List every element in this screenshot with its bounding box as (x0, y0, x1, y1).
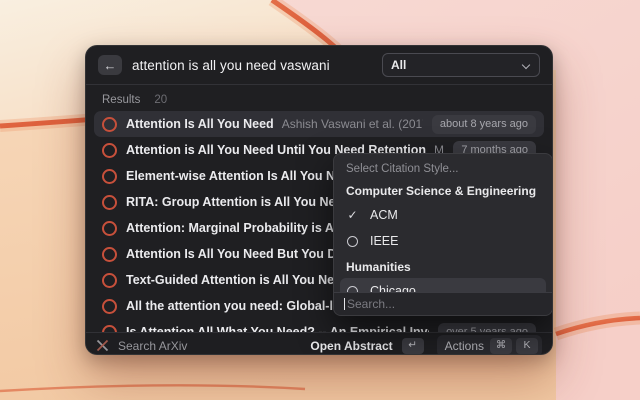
footer-app-label: Search ArXiv (118, 339, 187, 353)
results-label: Results (102, 94, 140, 106)
filter-dropdown[interactable]: All (382, 53, 540, 77)
filter-value: All (391, 58, 522, 72)
citation-style-label: IEEE (370, 234, 399, 248)
actions-label: Actions (445, 339, 484, 353)
search-query[interactable]: attention is all you need vaswani (132, 58, 330, 73)
result-text: Is Attention All What You Need? -- An Em… (126, 325, 429, 332)
ring-icon (102, 195, 117, 210)
back-arrow-icon: ← (104, 59, 117, 72)
check-icon: ✓ (346, 209, 359, 221)
result-text: Attention Is All You Need Ashish Vaswani … (126, 117, 423, 131)
back-button[interactable]: ← (98, 55, 122, 75)
result-title: Element-wise Attention Is All You Need (126, 169, 357, 183)
ring-icon (102, 299, 117, 314)
footer-bar: Search ArXiv Open Abstract ↵ Actions ⌘K (86, 332, 552, 355)
results-count: 20 (154, 94, 167, 106)
actions-button[interactable]: Actions ⌘K (437, 335, 542, 356)
text-caret (344, 298, 345, 310)
open-abstract-button[interactable]: Open Abstract (310, 339, 392, 353)
result-age-badge: over 5 years ago (438, 323, 536, 333)
citation-style-dropdown: Select Citation Style... Computer Scienc… (333, 153, 553, 316)
result-author: Ashish Vaswani et al. (2017) (282, 117, 423, 131)
citation-style-option[interactable]: ✓ ACM (340, 202, 546, 228)
results-header: Results 20 (86, 85, 552, 109)
citation-style-option[interactable]: IEEE (340, 228, 546, 254)
radio-circle-icon (347, 236, 358, 247)
citation-section-header: Humanities (346, 260, 540, 274)
return-key-badge: ↵ (402, 338, 424, 354)
result-title: Is Attention All What You Need? -- An Em… (126, 325, 429, 332)
citation-search-placeholder: Search... (347, 297, 395, 311)
citation-section-header: Computer Science & Engineering (346, 184, 540, 198)
result-row[interactable]: Is Attention All What You Need? -- An Em… (94, 319, 544, 332)
result-row[interactable]: Attention Is All You Need Ashish Vaswani … (94, 111, 544, 137)
actions-shortcut-keys: ⌘K (490, 338, 538, 354)
citation-dropdown-title: Select Citation Style... (346, 163, 540, 175)
citation-style-list: Select Citation Style... Computer Scienc… (334, 154, 552, 304)
citation-style-label: ACM (370, 208, 398, 222)
ring-icon (102, 169, 117, 184)
search-header: ← attention is all you need vaswani All (86, 46, 552, 84)
chevron-down-icon (522, 61, 531, 70)
key-badge: ⌘ (490, 338, 512, 354)
ring-icon (102, 325, 117, 333)
ring-icon (102, 221, 117, 236)
ring-icon (102, 117, 117, 132)
ring-icon (102, 143, 117, 158)
ring-icon (102, 247, 117, 262)
screen: { "background": { "palette": { "pink": "… (0, 0, 640, 400)
arxiv-x-logo-icon (96, 339, 109, 352)
result-age-badge: about 8 years ago (432, 115, 536, 134)
ring-icon (102, 273, 117, 288)
result-title: Attention Is All You Need (126, 117, 274, 131)
launcher-window: ← attention is all you need vaswani All … (85, 45, 553, 355)
citation-search-input[interactable]: Search... (334, 292, 552, 315)
key-badge: K (516, 338, 538, 354)
